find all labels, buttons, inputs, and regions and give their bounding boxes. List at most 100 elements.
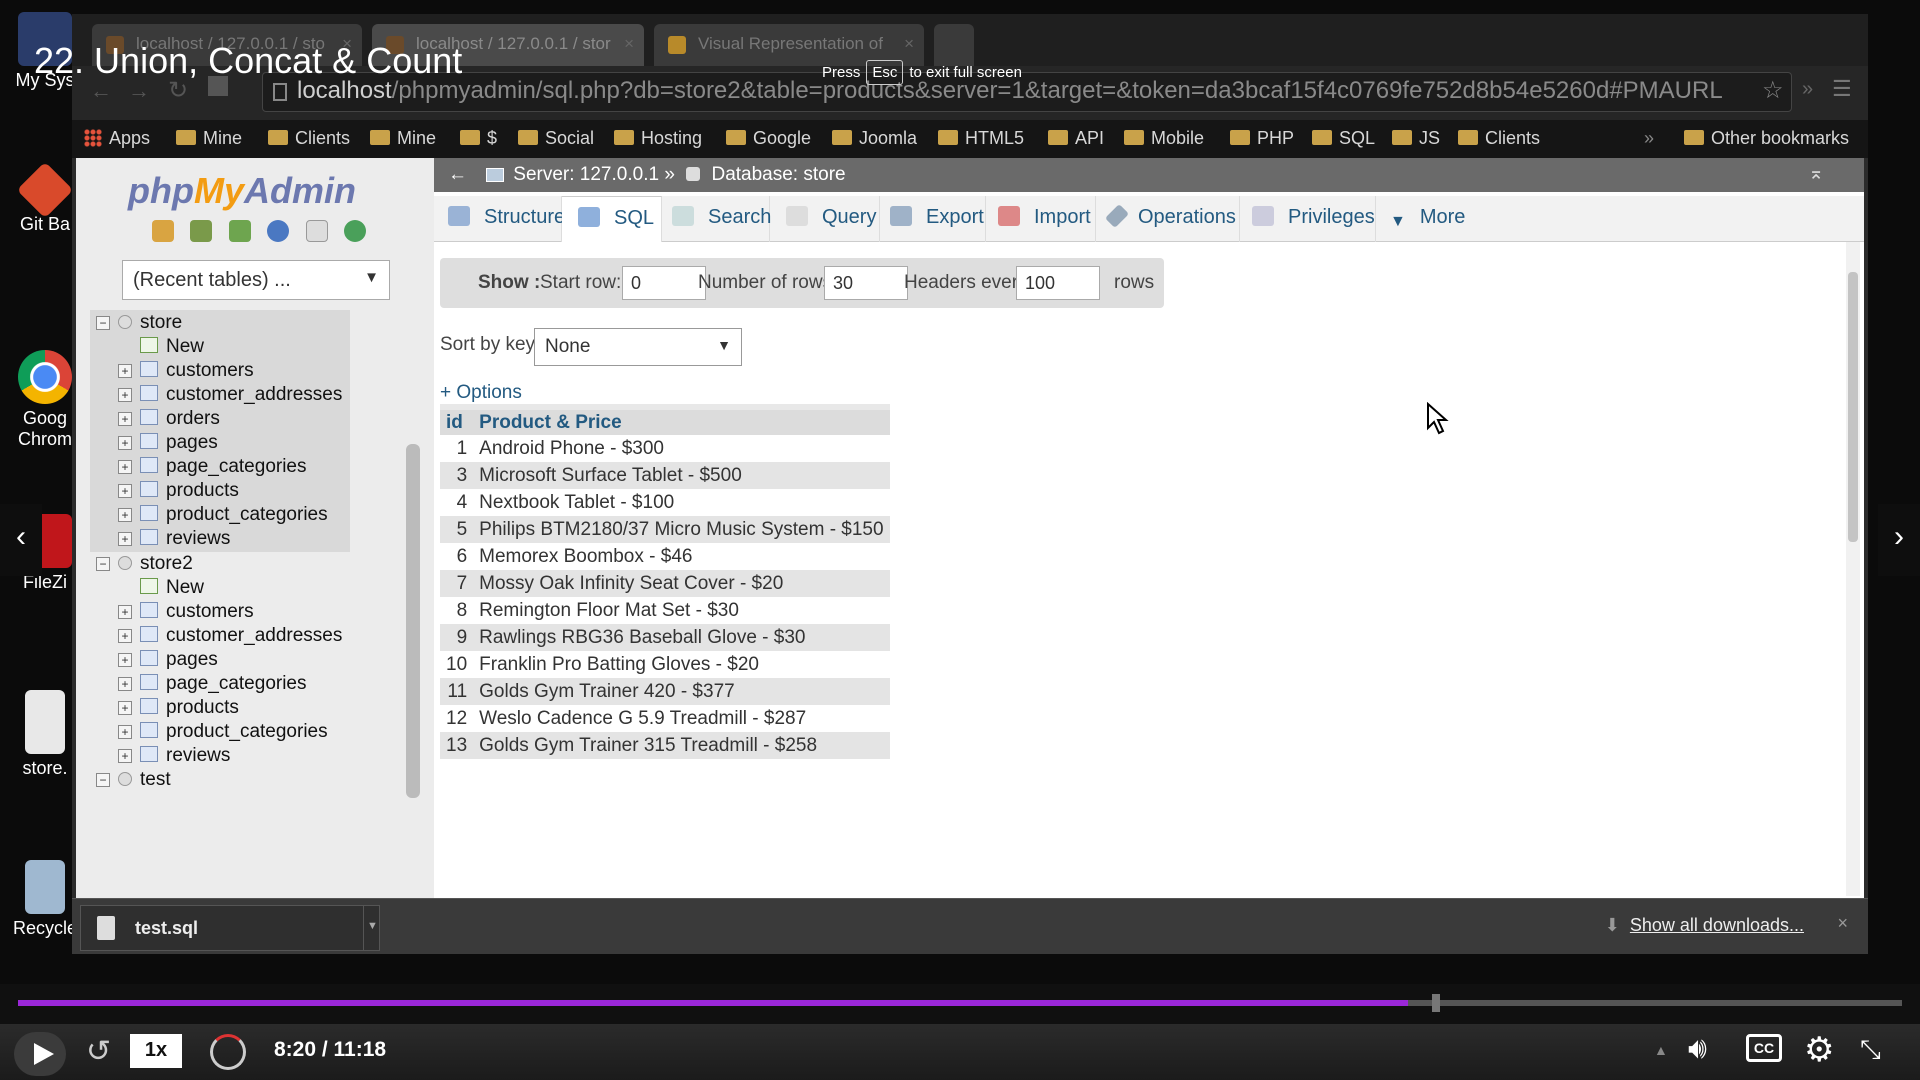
expand-icon[interactable]: + bbox=[118, 629, 132, 643]
bookmarks-overflow[interactable]: » bbox=[1644, 128, 1654, 149]
bookmark-folder[interactable]: Social bbox=[518, 128, 594, 149]
options-link[interactable]: + Options bbox=[440, 382, 522, 404]
tree-item-new[interactable]: New bbox=[140, 577, 204, 599]
tab-operations[interactable]: Operations bbox=[1096, 196, 1240, 242]
bookmark-folder[interactable]: $ bbox=[460, 128, 497, 149]
bookmark-folder[interactable]: Clients bbox=[1458, 128, 1540, 149]
table-row[interactable]: 11 Golds Gym Trainer 420 - $377 bbox=[440, 678, 890, 705]
tree-table[interactable]: + reviews bbox=[118, 528, 230, 550]
tree-table[interactable]: + product_categories bbox=[118, 504, 328, 526]
play-button[interactable] bbox=[14, 1032, 66, 1076]
tree-table[interactable]: + reviews bbox=[118, 745, 230, 767]
tree-table[interactable]: + customer_addresses bbox=[118, 384, 342, 406]
expand-icon[interactable]: + bbox=[118, 605, 132, 619]
table-row[interactable]: 3 Microsoft Surface Tablet - $500 bbox=[440, 462, 890, 489]
tree-table[interactable]: + pages bbox=[118, 649, 218, 671]
tab-structure[interactable]: Structure bbox=[434, 196, 565, 242]
docs-icon[interactable] bbox=[305, 220, 328, 242]
closed-captions-icon[interactable]: CC bbox=[1746, 1034, 1782, 1062]
expand-icon[interactable]: + bbox=[118, 508, 132, 522]
scroll-top-icon[interactable]: ⌅ bbox=[1808, 162, 1824, 185]
expand-icon[interactable]: + bbox=[118, 460, 132, 474]
tab-privileges[interactable]: Privileges bbox=[1240, 196, 1376, 242]
expand-icon[interactable]: + bbox=[118, 701, 132, 715]
progress-knob[interactable] bbox=[1432, 994, 1441, 1012]
bookmark-apps[interactable]: Apps bbox=[84, 128, 150, 149]
volume-up-icon[interactable]: ▲ bbox=[1654, 1042, 1668, 1058]
scrollbar-thumb[interactable] bbox=[1848, 272, 1858, 542]
bookmark-folder[interactable]: SQL bbox=[1312, 128, 1375, 149]
number-of-rows-input[interactable] bbox=[824, 266, 908, 300]
menu-icon[interactable]: ☰ bbox=[1832, 76, 1852, 102]
sort-by-key-select[interactable]: None ▼ bbox=[534, 328, 742, 366]
settings-gear-icon[interactable]: ⚙ bbox=[1804, 1030, 1834, 1070]
tree-table[interactable]: + customers bbox=[118, 360, 254, 382]
bookmark-other[interactable]: Other bookmarks bbox=[1684, 128, 1849, 149]
table-row[interactable]: 5 Philips BTM2180/37 Micro Music System -… bbox=[440, 516, 890, 543]
breadcrumb-server[interactable]: Server: 127.0.0.1 bbox=[513, 164, 659, 185]
tab-search[interactable]: Search bbox=[662, 196, 771, 242]
tab-export[interactable]: Export bbox=[880, 196, 986, 242]
collapse-icon[interactable]: − bbox=[96, 557, 110, 571]
tab-sql[interactable]: SQL bbox=[562, 196, 662, 242]
navigation-scrollbar[interactable] bbox=[406, 444, 420, 798]
bookmark-folder[interactable]: JS bbox=[1392, 128, 1440, 149]
chevron-down-icon[interactable]: ▼ bbox=[363, 906, 379, 950]
tree-db-store2[interactable]: − store2 bbox=[96, 553, 193, 575]
tree-table[interactable]: + products bbox=[118, 480, 239, 502]
expand-icon[interactable]: + bbox=[118, 412, 132, 426]
expand-icon[interactable]: + bbox=[118, 364, 132, 378]
reload-nav-icon[interactable] bbox=[344, 220, 367, 242]
headers-every-input[interactable] bbox=[1016, 266, 1100, 300]
expand-icon[interactable]: + bbox=[118, 653, 132, 667]
collapse-icon[interactable]: − bbox=[96, 316, 110, 330]
bookmark-folder[interactable]: HTML5 bbox=[938, 128, 1024, 149]
playback-speed-button[interactable]: 1x bbox=[130, 1034, 182, 1068]
main-scrollbar[interactable] bbox=[1846, 242, 1860, 896]
expand-icon[interactable]: + bbox=[118, 532, 132, 546]
tree-db-store[interactable]: − store bbox=[96, 312, 182, 334]
download-item[interactable]: test.sql ▼ bbox=[80, 905, 380, 951]
rewind-icon[interactable]: ↺ bbox=[86, 1034, 111, 1069]
tab-more[interactable]: ▼ More bbox=[1376, 196, 1476, 242]
table-row[interactable]: 12 Weslo Cadence G 5.9 Treadmill - $287 bbox=[440, 705, 890, 732]
expand-icon[interactable]: + bbox=[118, 725, 132, 739]
table-row[interactable]: 10 Franklin Pro Batting Gloves - $20 bbox=[440, 651, 890, 678]
tree-table[interactable]: + page_categories bbox=[118, 673, 307, 695]
bookmark-folder[interactable]: PHP bbox=[1230, 128, 1294, 149]
close-downloads-icon[interactable]: × bbox=[1837, 913, 1848, 934]
address-bar[interactable]: localhost/phpmyadmin/sql.php?db=store2&t… bbox=[262, 72, 1792, 112]
tab-query[interactable]: Query bbox=[770, 196, 880, 242]
tree-table[interactable]: + page_categories bbox=[118, 456, 307, 478]
query-window-icon[interactable] bbox=[228, 220, 251, 242]
bookmark-folder[interactable]: Mine bbox=[370, 128, 436, 149]
expand-icon[interactable]: + bbox=[118, 749, 132, 763]
tree-table[interactable]: + customers bbox=[118, 601, 254, 623]
tree-table[interactable]: + orders bbox=[118, 408, 220, 430]
star-icon[interactable]: ☆ bbox=[1762, 76, 1784, 105]
replay-icon[interactable] bbox=[210, 1034, 246, 1070]
column-header-product-price[interactable]: Product & Price bbox=[473, 404, 890, 435]
tree-db-test[interactable]: − test bbox=[96, 769, 171, 791]
tree-table[interactable]: + products bbox=[118, 697, 239, 719]
start-row-input[interactable] bbox=[622, 266, 706, 300]
breadcrumb-database[interactable]: Database: store bbox=[711, 164, 845, 185]
volume-icon[interactable]: 🔊︎ bbox=[1688, 1032, 1707, 1066]
home-icon[interactable] bbox=[152, 220, 174, 242]
expand-icon[interactable]: + bbox=[118, 436, 132, 450]
show-all-downloads-link[interactable]: ⬇ Show all downloads... bbox=[1605, 915, 1804, 936]
bookmark-folder[interactable]: Hosting bbox=[614, 128, 702, 149]
collapse-icon[interactable]: − bbox=[96, 773, 110, 787]
extensions-overflow-icon[interactable]: » bbox=[1802, 78, 1813, 101]
tree-table[interactable]: + product_categories bbox=[118, 721, 328, 743]
next-button[interactable]: › bbox=[1878, 504, 1920, 576]
fullscreen-icon[interactable]: ⤡ bbox=[1860, 1034, 1881, 1066]
expand-icon[interactable]: + bbox=[118, 677, 132, 691]
bookmark-folder[interactable]: Mobile bbox=[1124, 128, 1204, 149]
tree-table[interactable]: + customer_addresses bbox=[118, 625, 342, 647]
bookmark-folder[interactable]: Google bbox=[726, 128, 811, 149]
column-header-id[interactable]: id bbox=[440, 404, 474, 435]
logout-icon[interactable] bbox=[190, 220, 213, 242]
help-icon[interactable] bbox=[267, 220, 290, 242]
table-row[interactable]: 6 Memorex Boombox - $46 bbox=[440, 543, 890, 570]
